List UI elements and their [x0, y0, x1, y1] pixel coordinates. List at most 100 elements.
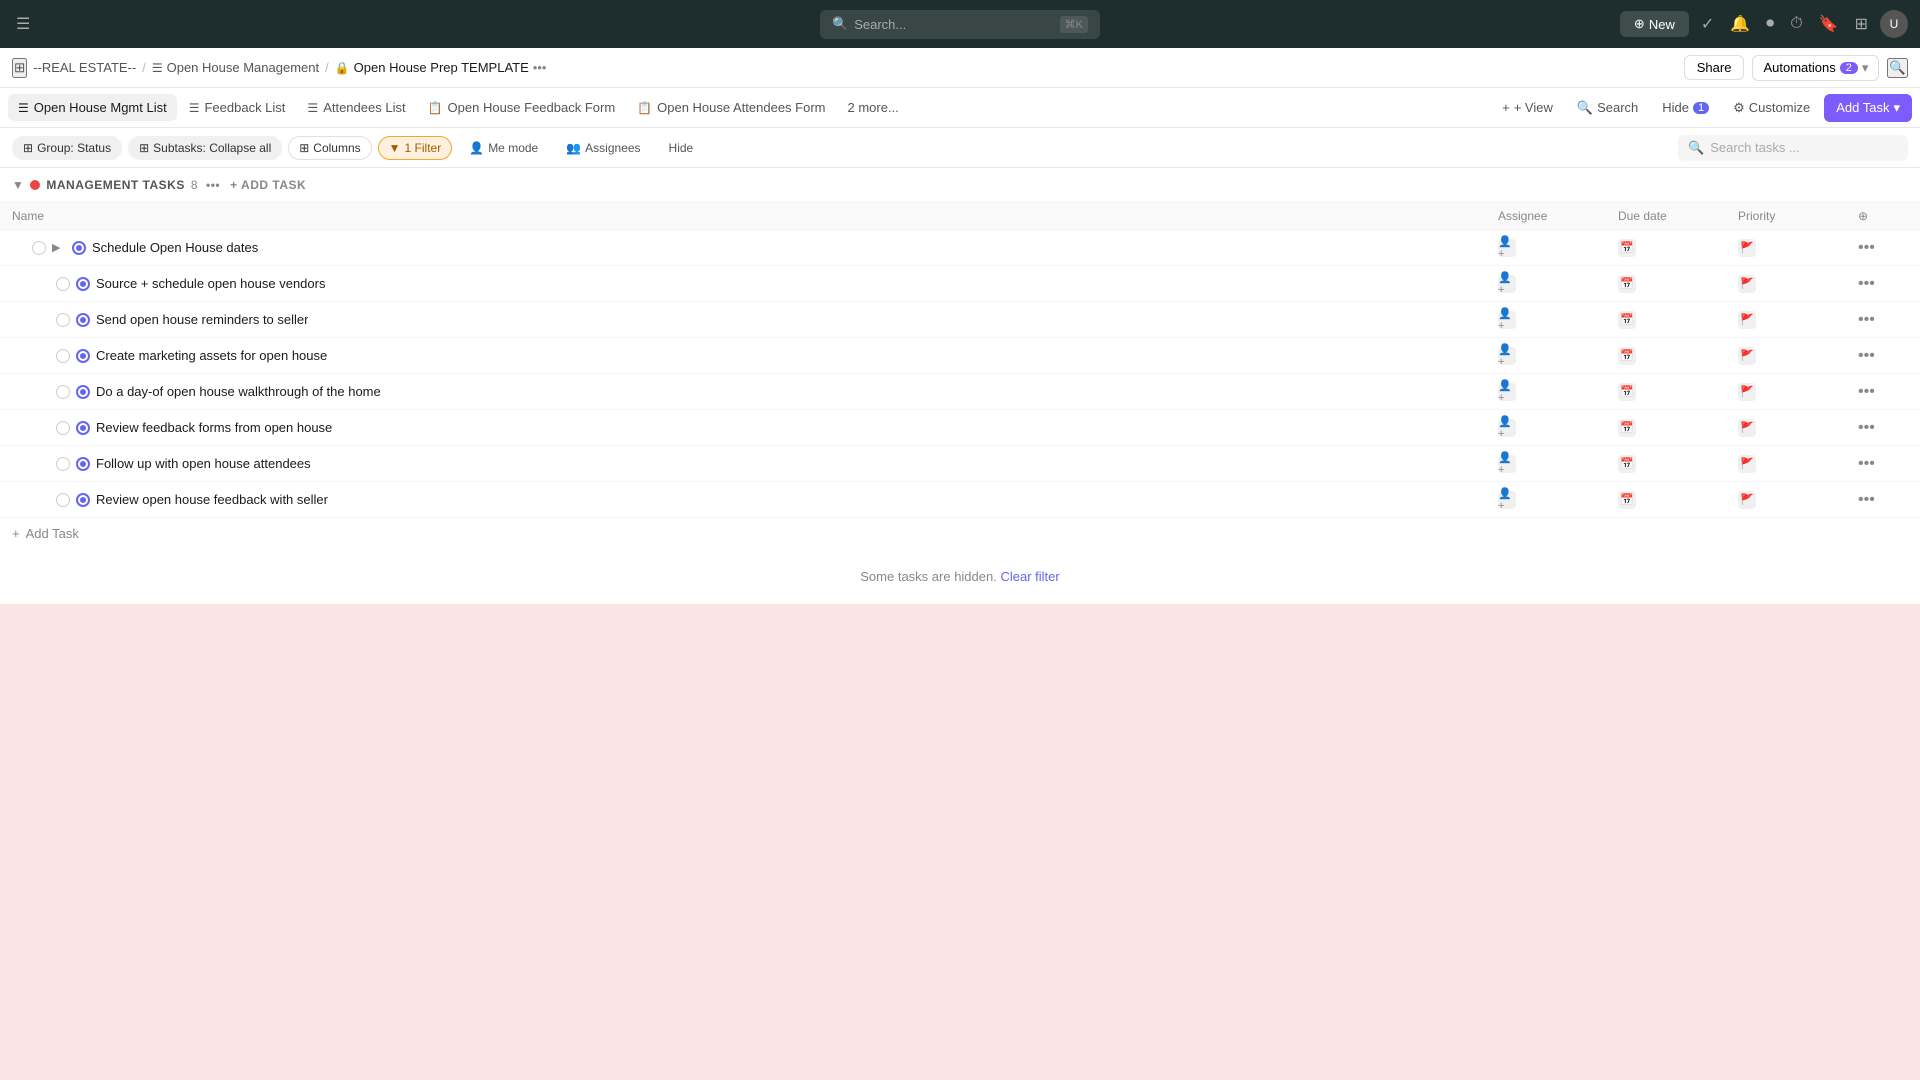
add-subtask-icon[interactable]: +	[341, 346, 357, 365]
duedate-placeholder-icon[interactable]: 📅	[1618, 383, 1636, 401]
priority-placeholder-icon[interactable]: 🚩	[1738, 491, 1756, 509]
tag-icon[interactable]: 🏷	[342, 310, 367, 330]
task-more-button[interactable]: •••	[1858, 311, 1908, 329]
add-task-button[interactable]: Add Task ▾	[1824, 94, 1912, 122]
automations-button[interactable]: Automations 2 ▾	[1752, 55, 1879, 81]
tag-icon[interactable]: 🏷	[361, 346, 386, 366]
task-checkbox[interactable]	[56, 493, 70, 507]
add-subtask-icon[interactable]: +	[346, 418, 362, 437]
task-duedate-field[interactable]: 📅	[1618, 275, 1738, 293]
edit-icon[interactable]: ✏	[390, 490, 409, 510]
task-duedate-field[interactable]: 📅	[1618, 419, 1738, 437]
add-subtask-icon[interactable]: +	[339, 274, 355, 293]
tab-more[interactable]: 2 more...	[838, 94, 909, 121]
task-row[interactable]: ⠿ ▶ Schedule Open House dates + 🏷 ✏ 👤+ 📅…	[0, 230, 1920, 266]
add-column-icon[interactable]: ⊕	[1858, 209, 1868, 223]
bookmark-icon-button[interactable]: 🔖	[1815, 10, 1843, 38]
duedate-placeholder-icon[interactable]: 📅	[1618, 347, 1636, 365]
task-assignee-field[interactable]: 👤+	[1498, 239, 1618, 257]
tab-feedback-form[interactable]: 📋 Open House Feedback Form	[418, 94, 626, 121]
task-more-button[interactable]: •••	[1858, 383, 1908, 401]
customize-button[interactable]: ⚙ Customize	[1723, 95, 1820, 121]
task-status-icon[interactable]	[76, 421, 90, 435]
duedate-placeholder-icon[interactable]: 📅	[1618, 239, 1636, 257]
task-priority-field[interactable]: 🚩	[1738, 491, 1858, 509]
task-assignee-field[interactable]: 👤+	[1498, 491, 1618, 509]
task-assignee-field[interactable]: 👤+	[1498, 275, 1618, 293]
tag-icon[interactable]: 🏷	[292, 238, 317, 258]
edit-icon[interactable]: ✏	[320, 238, 339, 258]
duedate-placeholder-icon[interactable]: 📅	[1618, 275, 1636, 293]
breadcrumb-more-icon[interactable]: •••	[533, 60, 547, 75]
section-breadcrumb[interactable]: ☰ Open House Management	[152, 60, 319, 75]
task-priority-field[interactable]: 🚩	[1738, 419, 1858, 437]
task-row[interactable]: ⠿ Source + schedule open house vendors +…	[0, 266, 1920, 302]
hide-filter-chip[interactable]: Hide	[658, 136, 705, 160]
add-task-row[interactable]: + Add Task	[0, 518, 1920, 549]
grid-icon-button[interactable]: ⊞	[1851, 10, 1872, 38]
tab-feedback-list[interactable]: ☰ Feedback List	[179, 94, 296, 121]
assignee-placeholder-icon[interactable]: 👤+	[1498, 311, 1516, 329]
share-button[interactable]: Share	[1684, 55, 1745, 80]
section-more-button[interactable]: •••	[206, 178, 220, 192]
notifications-icon-button[interactable]: 🔔	[1726, 10, 1754, 38]
task-checkbox[interactable]	[56, 277, 70, 291]
columns-filter-chip[interactable]: ⊞ Columns	[288, 136, 371, 160]
tab-mgmt-list[interactable]: ☰ Open House Mgmt List	[8, 94, 177, 121]
section-collapse-button[interactable]: ▼	[12, 178, 24, 192]
task-status-icon[interactable]	[76, 457, 90, 471]
tag-icon[interactable]: 🏷	[359, 274, 384, 294]
assignee-placeholder-icon[interactable]: 👤+	[1498, 239, 1516, 257]
add-subtask-icon[interactable]: +	[322, 310, 338, 329]
task-more-button[interactable]: •••	[1858, 275, 1908, 293]
add-subtask-icon[interactable]: +	[395, 382, 411, 401]
task-status-icon[interactable]	[76, 313, 90, 327]
edit-icon[interactable]: ✏	[389, 346, 408, 366]
task-row[interactable]: ⠿ Do a day-of open house walkthrough of …	[0, 374, 1920, 410]
hide-button[interactable]: Hide 1	[1652, 95, 1719, 120]
tag-icon[interactable]: 🏷	[344, 454, 369, 474]
global-search[interactable]: 🔍 Search... ⌘K	[820, 10, 1100, 39]
assignee-placeholder-icon[interactable]: 👤+	[1498, 419, 1516, 437]
tag-icon[interactable]: 🏷	[366, 418, 391, 438]
task-status-icon[interactable]	[76, 493, 90, 507]
task-more-button[interactable]: •••	[1858, 239, 1908, 257]
task-priority-field[interactable]: 🚩	[1738, 383, 1858, 401]
assignee-placeholder-icon[interactable]: 👤+	[1498, 275, 1516, 293]
tag-icon[interactable]: 🏷	[362, 490, 387, 510]
edit-icon[interactable]: ✏	[388, 274, 407, 294]
tab-attendees-list[interactable]: ☰ Attendees List	[297, 94, 415, 121]
assignee-placeholder-icon[interactable]: 👤+	[1498, 491, 1516, 509]
duedate-placeholder-icon[interactable]: 📅	[1618, 455, 1636, 473]
task-priority-field[interactable]: 🚩	[1738, 239, 1858, 257]
task-row[interactable]: ⠿ Follow up with open house attendees + …	[0, 446, 1920, 482]
edit-icon[interactable]: ✏	[394, 418, 413, 438]
task-more-button[interactable]: •••	[1858, 419, 1908, 437]
task-checkbox[interactable]	[56, 349, 70, 363]
global-search-icon-button[interactable]: 🔍	[1887, 58, 1908, 78]
assignees-chip[interactable]: 👥 Assignees	[555, 136, 651, 160]
expand-icon[interactable]: ▶	[52, 241, 66, 254]
subtasks-filter-chip[interactable]: ⊞ Subtasks: Collapse all	[128, 136, 282, 160]
task-assignee-field[interactable]: 👤+	[1498, 311, 1618, 329]
assignee-placeholder-icon[interactable]: 👤+	[1498, 383, 1516, 401]
add-subtask-icon[interactable]: +	[325, 454, 341, 473]
task-more-button[interactable]: •••	[1858, 491, 1908, 509]
clear-filter-link[interactable]: Clear filter	[1000, 569, 1059, 584]
task-duedate-field[interactable]: 📅	[1618, 455, 1738, 473]
current-page-breadcrumb[interactable]: 🔒 Open House Prep TEMPLATE •••	[335, 60, 547, 75]
task-priority-field[interactable]: 🚩	[1738, 347, 1858, 365]
priority-placeholder-icon[interactable]: 🚩	[1738, 275, 1756, 293]
edit-icon[interactable]: ✏	[443, 382, 462, 402]
duedate-placeholder-icon[interactable]: 📅	[1618, 311, 1636, 329]
task-duedate-field[interactable]: 📅	[1618, 311, 1738, 329]
assignee-placeholder-icon[interactable]: 👤+	[1498, 455, 1516, 473]
add-subtask-icon[interactable]: +	[272, 238, 288, 257]
duedate-column-header[interactable]: Due date	[1618, 209, 1738, 223]
tab-search-button[interactable]: 🔍 Search	[1567, 95, 1648, 121]
checkmark-icon-button[interactable]: ✓	[1697, 10, 1718, 38]
priority-placeholder-icon[interactable]: 🚩	[1738, 383, 1756, 401]
duedate-placeholder-icon[interactable]: 📅	[1618, 419, 1636, 437]
timer-icon-button[interactable]: ⏱	[1786, 11, 1806, 37]
priority-placeholder-icon[interactable]: 🚩	[1738, 455, 1756, 473]
